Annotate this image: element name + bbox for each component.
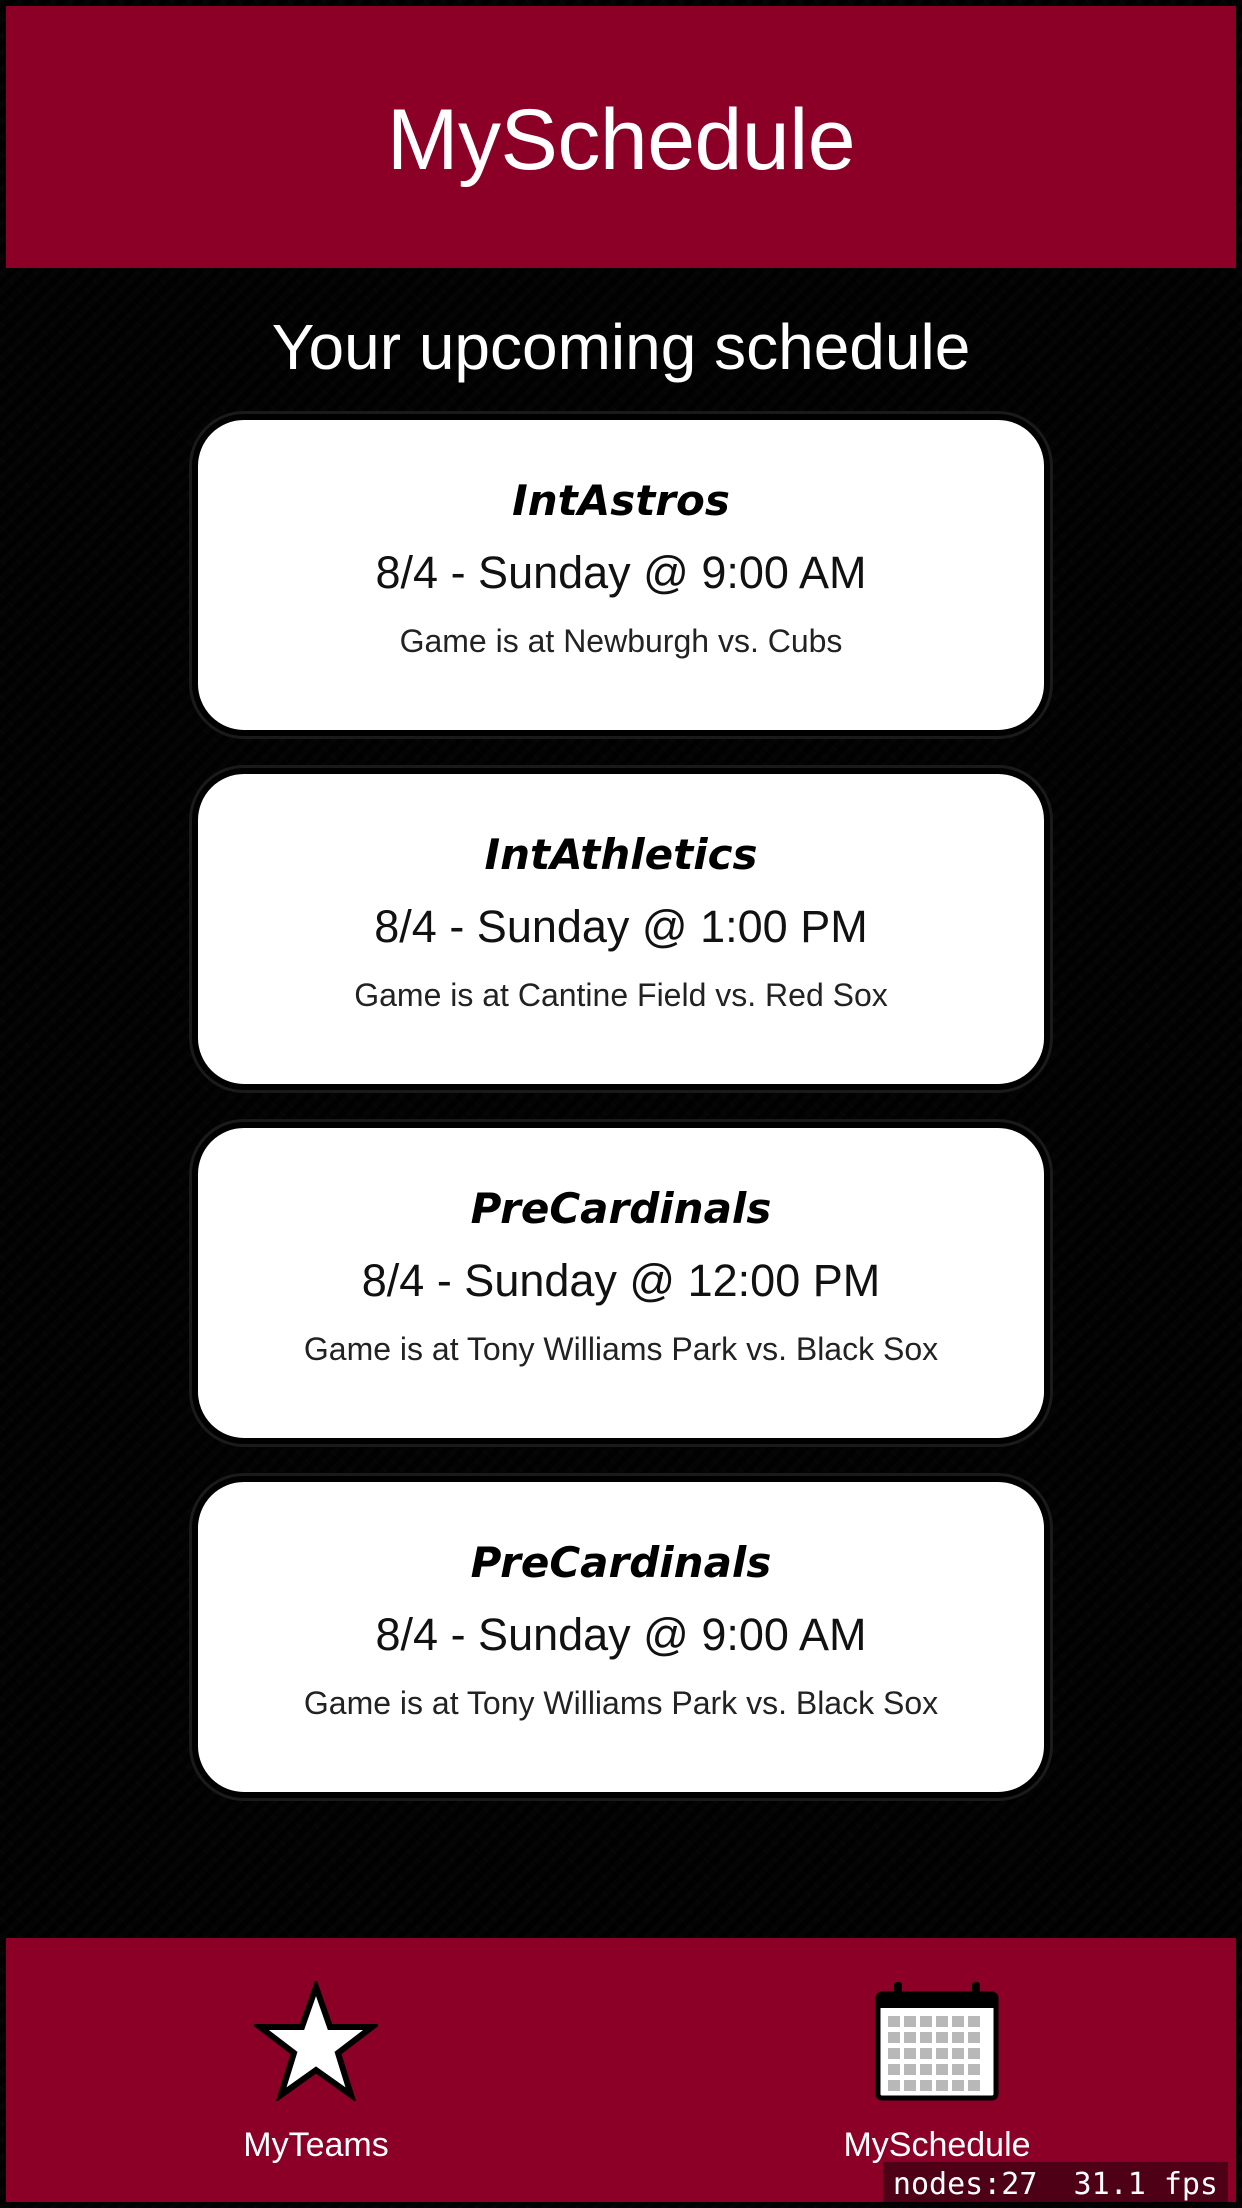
calendar-icon [872,1976,1002,2106]
schedule-card[interactable]: PreCardinals 8/4 - Sunday @ 9:00 AM Game… [192,1476,1050,1798]
schedule-card[interactable]: IntAthletics 8/4 - Sunday @ 1:00 PM Game… [192,768,1050,1090]
app-screen: MySchedule Your upcoming schedule IntAst… [0,0,1242,2208]
tab-myteams-label: MyTeams [243,2126,389,2164]
card-team-name: PreCardinals [470,1538,772,1587]
card-date-time: 8/4 - Sunday @ 9:00 AM [375,1609,867,1660]
card-team-name: IntAthletics [484,830,758,879]
card-location: Game is at Tony Williams Park vs. Black … [303,1331,939,1367]
tab-myteams[interactable]: MyTeams [166,1938,466,2202]
card-date-time: 8/4 - Sunday @ 9:00 AM [375,547,867,598]
star-icon [251,1976,381,2106]
card-location: Game is at Tony Williams Park vs. Black … [303,1685,939,1721]
card-date-time: 8/4 - Sunday @ 12:00 PM [361,1255,881,1306]
schedule-subtitle: Your upcoming schedule [271,311,971,383]
schedule-card[interactable]: IntAstros 8/4 - Sunday @ 9:00 AM Game is… [192,414,1050,736]
card-date-time: 8/4 - Sunday @ 1:00 PM [374,901,868,952]
schedule-card[interactable]: PreCardinals 8/4 - Sunday @ 12:00 PM Gam… [192,1122,1050,1444]
card-team-name: PreCardinals [470,1184,772,1233]
schedule-list: IntAstros 8/4 - Sunday @ 9:00 AM Game is… [192,414,1050,1830]
card-location: Game is at Cantine Field vs. Red Sox [354,977,888,1013]
debug-stats-overlay: nodes:27 31.1 fps [882,2162,1228,2208]
page-title: MySchedule [386,91,856,188]
card-location: Game is at Newburgh vs. Cubs [399,623,843,659]
header-bar: MySchedule [6,6,1236,268]
card-team-name: IntAstros [512,476,730,525]
tab-myschedule-label: MySchedule [843,2126,1031,2164]
